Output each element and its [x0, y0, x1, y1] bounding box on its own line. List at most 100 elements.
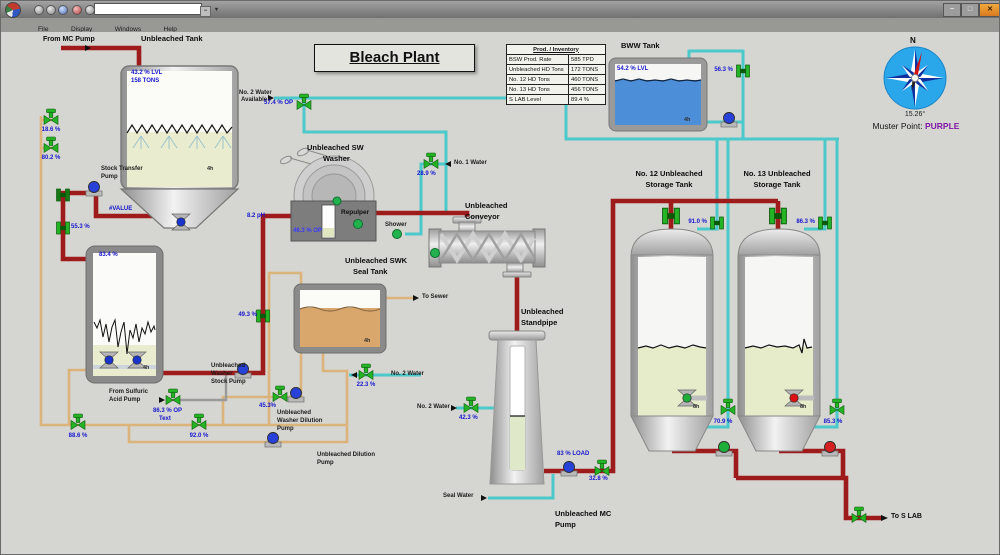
unbleached-tank[interactable] [121, 66, 238, 230]
toolbar-forward-icon[interactable] [46, 5, 56, 15]
from-mc-pump-label: From MC Pump [43, 36, 95, 44]
tank13-title: No. 13 Unbleached [721, 170, 833, 179]
valve-88-6-readout: 88.6 % [63, 433, 93, 440]
washer-stock-vessel[interactable] [86, 246, 163, 383]
toolbar-display-icon[interactable] [58, 5, 68, 15]
row-value: 172 TONS [569, 65, 605, 74]
unbleached-mc-pump[interactable] [561, 462, 577, 477]
washer-stock-pump-label: Unbleached [211, 363, 245, 370]
valve-86-3-op[interactable] [166, 389, 180, 405]
row-label: No. 13 HD Tons [507, 85, 569, 94]
washer-stock-trend[interactable]: 4h [143, 365, 149, 371]
repulper-status-indicator[interactable] [354, 220, 363, 229]
row-value: 460 TONS [569, 75, 605, 84]
valve-22-3[interactable] [359, 364, 373, 380]
collapse-button[interactable]: − [200, 6, 211, 17]
valve-86-3-op-text: Text [159, 416, 171, 423]
title-bar: − ▾ − □ ✕ [1, 1, 1000, 19]
table-row: No. 13 HD Tons456 TONS [507, 85, 605, 95]
shower-status-indicator[interactable] [393, 230, 402, 239]
row-value: 585 TPD [569, 55, 605, 64]
app-logo-icon [5, 2, 21, 18]
bww-pump[interactable] [721, 113, 737, 128]
row-value: 456 TONS [569, 85, 605, 94]
tank12-pump[interactable] [716, 442, 732, 457]
row-label: Unbleached HD Tons [507, 65, 569, 74]
compass-heading: 15.26° [890, 111, 940, 119]
to-s-lab-label: To S LAB [891, 513, 922, 521]
row-label: S LAB Level [507, 95, 569, 104]
valve-18-6-readout: 18.6 % [37, 127, 65, 134]
valve-42-3[interactable] [464, 397, 478, 413]
valve-32-8-readout: 32.8 % [589, 476, 608, 483]
washer-stock-level: 83.4 % [99, 252, 118, 259]
bww-level-readout: 54.2 % LVL [617, 66, 648, 73]
valve-22-3-readout: 22.3 % [351, 382, 381, 389]
no1-water-label: No. 1 Water [454, 160, 487, 167]
unbleached-tank-trend[interactable]: 4h [207, 166, 213, 172]
seal-tank[interactable] [294, 284, 386, 353]
mc-pump-title: Unbleached MC [555, 510, 611, 519]
repulper-label: Repulper [341, 209, 369, 216]
storage-tank-13[interactable] [738, 229, 820, 451]
inventory-table: Prod. / Inventory BSW Prod. Rate585 TPD … [506, 44, 606, 105]
valve-18-6[interactable] [44, 109, 58, 125]
stock-transfer-pump[interactable] [86, 182, 102, 197]
inventory-table-title: Prod. / Inventory [507, 45, 605, 55]
to-sewer-label: To Sewer [422, 294, 448, 301]
table-row: BSW Prod. Rate585 TPD [507, 55, 605, 65]
repulper-op-readout: 46.3 % OP [293, 228, 322, 235]
row-value: 89.4 % [569, 95, 605, 104]
bww-trend[interactable]: 4h [684, 117, 690, 123]
no2-water-standpipe-label: No. 2 Water [417, 404, 450, 411]
valve-70-9-readout: 70.9 % [703, 419, 743, 426]
toolbar-stop-icon[interactable] [72, 5, 82, 15]
tank12-title2: Storage Tank [613, 181, 725, 190]
maximize-button[interactable]: □ [961, 3, 979, 17]
conveyor-status-indicator[interactable] [431, 249, 440, 258]
valve-42-3-readout: 42.3 % [459, 415, 478, 422]
row-label: BSW Prod. Rate [507, 55, 569, 64]
valve-28-9-readout: 28.9 % [417, 171, 436, 178]
washer-status-indicator[interactable] [333, 197, 341, 205]
seal-tank-trend[interactable]: 4h [364, 338, 370, 344]
washer-dilution-pump-label3: Pump [277, 426, 294, 433]
muster-point: Muster Point: PURPLE [846, 121, 986, 131]
process-graphics [1, 32, 1000, 555]
valve-88-6[interactable] [71, 414, 85, 430]
bww-tank-title: BWW Tank [621, 42, 660, 51]
dilution-pump-label2: Pump [317, 460, 334, 467]
conveyor[interactable] [429, 217, 545, 277]
unbleached-tank-level: 43.2 % LVL [131, 70, 162, 77]
tank13-title2: Storage Tank [721, 181, 833, 190]
from-sulfuric-label2: Acid Pump [109, 397, 140, 404]
tank13-pump[interactable] [822, 442, 838, 457]
tank13-trend[interactable]: 8h [800, 404, 806, 410]
row-label: No. 12 HD Tons [507, 75, 569, 84]
standpipe[interactable] [489, 331, 545, 484]
valve-28-9[interactable] [424, 153, 438, 169]
sw-washer-title2: Washer [323, 155, 350, 164]
table-row: S LAB Level89.4 % [507, 95, 605, 104]
valve-80-2[interactable] [44, 137, 58, 153]
tank12-trend[interactable]: 8h [693, 404, 699, 410]
mc-pump-load-readout: 83 % LOAD [557, 451, 589, 458]
washer-stock-pump-label2: Washer [211, 371, 232, 378]
value-error-readout: #VALUE [109, 206, 132, 213]
dropdown-icon[interactable]: ▾ [212, 6, 221, 15]
display-search-input[interactable] [94, 3, 202, 15]
conveyor-title: Unbleached [465, 202, 508, 211]
ph-readout: 8.2 pH [247, 213, 265, 220]
minimize-button[interactable]: − [943, 3, 961, 17]
shower-label: Shower [385, 222, 407, 229]
valve-86-3-readout: 86.3 % [781, 219, 815, 226]
valve-80-2-readout: 80.2 % [37, 155, 65, 162]
storage-tank-12[interactable] [631, 229, 713, 451]
valve-92-0[interactable] [192, 414, 206, 430]
no2-water-available-label: No. 2 Water [239, 90, 272, 97]
mc-pump-title2: Pump [555, 521, 576, 530]
dilution-pump[interactable] [265, 433, 281, 448]
close-button[interactable]: ✕ [979, 3, 1000, 17]
toolbar-back-icon[interactable] [34, 5, 44, 15]
valve-45-3[interactable] [273, 386, 287, 402]
